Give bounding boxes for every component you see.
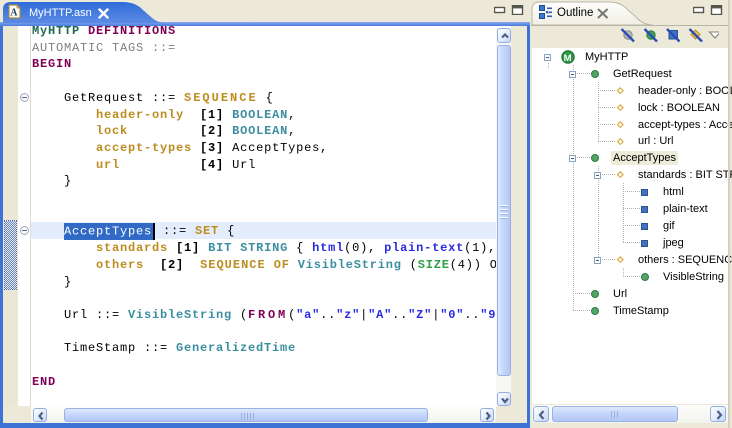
svg-text:A: A (10, 8, 18, 19)
svg-text:M: M (564, 53, 572, 64)
